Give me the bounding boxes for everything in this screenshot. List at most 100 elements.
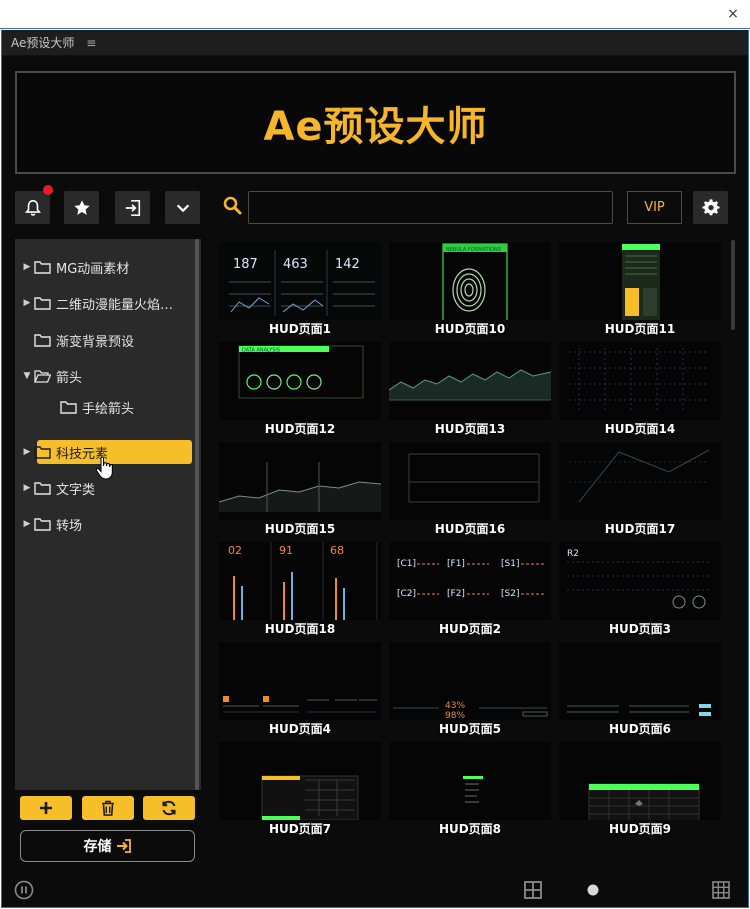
preset-thumb[interactable]: HUD页面9 xyxy=(555,740,725,840)
folder-icon xyxy=(60,400,77,414)
search-icon xyxy=(223,196,242,215)
svg-text:[C1]: [C1] xyxy=(397,559,416,569)
hud-preview-image: NEBULA FORMATIONS xyxy=(389,242,551,320)
banner: Ae预设大师 xyxy=(15,71,736,174)
folder-icon xyxy=(34,445,51,459)
trash-icon xyxy=(102,800,114,816)
os-titlebar: × xyxy=(0,0,750,29)
add-button[interactable] xyxy=(20,796,72,820)
folder-icon xyxy=(34,517,51,531)
preset-thumb[interactable]: 02 91 68 HUD页面18 xyxy=(215,540,385,640)
hud-preview-image: 187 463 142 xyxy=(219,242,381,320)
preset-thumb[interactable]: [C1] [F1] [S1] [C2] [F2] [S2] HUD页面2 xyxy=(385,540,555,640)
tree-item[interactable]: 渐变背景预设 xyxy=(20,329,134,351)
hud-preview-image xyxy=(219,742,381,820)
preset-thumb[interactable]: HUD页面15 xyxy=(215,440,385,540)
preset-thumb[interactable]: HUD页面13 xyxy=(385,340,555,440)
hud-preview-image xyxy=(559,242,721,320)
category-tree: ▶ MG动画素材 ▶ 二维动漫能量火焰… 渐变背景预设 ▼ 箭头 手绘箭头 ▶ … xyxy=(15,239,201,790)
grid-small-icon[interactable] xyxy=(711,880,731,900)
svg-text:DATA ANALYSIS: DATA ANALYSIS xyxy=(242,348,280,354)
preset-thumb[interactable]: HUD页面16 xyxy=(385,440,555,540)
svg-text:[F2]: [F2] xyxy=(447,589,465,599)
gear-icon xyxy=(701,198,720,215)
preset-thumb[interactable]: DATA ANALYSIS HUD页面12 xyxy=(215,340,385,440)
settings-button[interactable] xyxy=(693,191,728,224)
preset-thumb[interactable]: HUD页面7 xyxy=(215,740,385,840)
preset-thumb[interactable]: HUD页面4 xyxy=(215,640,385,740)
preset-thumb[interactable]: HUD页面11 xyxy=(555,240,725,340)
preset-thumb[interactable]: 187 463 142 HUD页面1 xyxy=(215,240,385,340)
refresh-icon xyxy=(162,800,176,816)
expand-arrow-icon[interactable]: ▶ xyxy=(20,483,34,493)
hud-preview-image xyxy=(389,442,551,520)
tree-item[interactable]: 手绘箭头 xyxy=(46,396,134,418)
svg-text:[S1]: [S1] xyxy=(501,559,519,569)
pause-icon[interactable] xyxy=(14,880,34,900)
save-button[interactable]: 存储 xyxy=(20,830,195,862)
panel-tab[interactable]: Ae预设大师 ≡ xyxy=(2,30,748,56)
vip-button[interactable]: VIP xyxy=(627,191,682,224)
tree-item[interactable]: ▶ 文字类 xyxy=(20,477,95,499)
svg-text:43%: 43% xyxy=(445,701,465,711)
preset-thumb[interactable]: HUD页面8 xyxy=(385,740,555,840)
svg-text:[F1]: [F1] xyxy=(447,559,465,569)
favorites-button[interactable] xyxy=(64,191,99,224)
expand-arrow-icon[interactable]: ▶ xyxy=(20,298,34,308)
panel-title: Ae预设大师 xyxy=(11,36,75,50)
preset-thumb[interactable]: NEBULA FORMATIONS HUD页面10 xyxy=(385,240,555,340)
folder-open-icon xyxy=(34,369,51,383)
folder-icon xyxy=(34,260,51,274)
collapse-arrow-icon[interactable]: ▼ xyxy=(20,371,34,381)
hud-preview-image xyxy=(559,742,721,820)
app-window: × Ae预设大师 ≡ Ae预设大师 VIP ▶ MG动画素材 ▶ 二维动漫能量火… xyxy=(0,0,750,909)
save-import-icon xyxy=(116,839,131,853)
svg-text:142: 142 xyxy=(335,257,360,272)
dropdown-button[interactable] xyxy=(165,191,200,224)
svg-text:91: 91 xyxy=(279,544,293,557)
hand-cursor-icon xyxy=(95,456,113,480)
preset-thumb[interactable]: HUD页面17 xyxy=(555,440,725,540)
preset-thumb[interactable]: 43% 98% HUD页面5 xyxy=(385,640,555,740)
svg-text:68: 68 xyxy=(330,544,344,557)
grid-large-icon[interactable] xyxy=(523,880,543,900)
folder-icon xyxy=(34,296,51,310)
tree-item[interactable]: ▶ 转场 xyxy=(20,513,82,535)
panel-menu-icon[interactable]: ≡ xyxy=(86,36,96,50)
tree-item[interactable]: ▶ 二维动漫能量火焰… xyxy=(20,292,192,314)
svg-text:463: 463 xyxy=(283,257,308,272)
hud-preview-image: 02 91 68 xyxy=(219,542,381,620)
delete-button[interactable] xyxy=(82,796,134,820)
preset-thumb[interactable]: HUD页面14 xyxy=(555,340,725,440)
preset-thumb[interactable]: HUD页面6 xyxy=(555,640,725,740)
import-button[interactable] xyxy=(115,191,150,224)
expand-arrow-icon[interactable]: ▶ xyxy=(20,447,34,457)
chevron-down-icon xyxy=(176,204,189,212)
add-icon xyxy=(40,802,52,814)
tree-item[interactable]: ▼ 箭头 xyxy=(20,365,82,387)
search-input[interactable] xyxy=(248,191,613,224)
tree-scrollbar[interactable] xyxy=(195,239,199,790)
preset-thumb[interactable]: R2 HUD页面3 xyxy=(555,540,725,640)
svg-text:NEBULA FORMATIONS: NEBULA FORMATIONS xyxy=(446,247,501,253)
star-icon xyxy=(73,199,90,215)
hud-preview-image: 43% 98% xyxy=(389,642,551,720)
folder-icon xyxy=(34,481,51,495)
expand-arrow-icon[interactable]: ▶ xyxy=(20,519,34,529)
hud-preview-image xyxy=(219,442,381,520)
hud-preview-image: R2 xyxy=(559,542,721,620)
expand-arrow-icon[interactable]: ▶ xyxy=(20,262,34,272)
svg-text:R2: R2 xyxy=(567,549,579,559)
plugin-panel: Ae预设大师 ≡ Ae预设大师 VIP ▶ MG动画素材 ▶ 二维动漫能量火焰…… xyxy=(1,30,749,908)
grid-scrollbar[interactable] xyxy=(731,240,735,330)
import-icon xyxy=(125,199,140,216)
hud-preview-image xyxy=(559,642,721,720)
tree-item[interactable]: ▶ MG动画素材 xyxy=(20,256,129,278)
close-icon[interactable]: × xyxy=(724,5,742,23)
zoom-slider-handle-icon[interactable] xyxy=(583,880,603,900)
notifications-button[interactable] xyxy=(15,185,53,224)
refresh-button[interactable] xyxy=(143,796,195,820)
hud-preview-image xyxy=(559,442,721,520)
svg-text:98%: 98% xyxy=(445,711,465,720)
bell-icon xyxy=(24,199,41,216)
